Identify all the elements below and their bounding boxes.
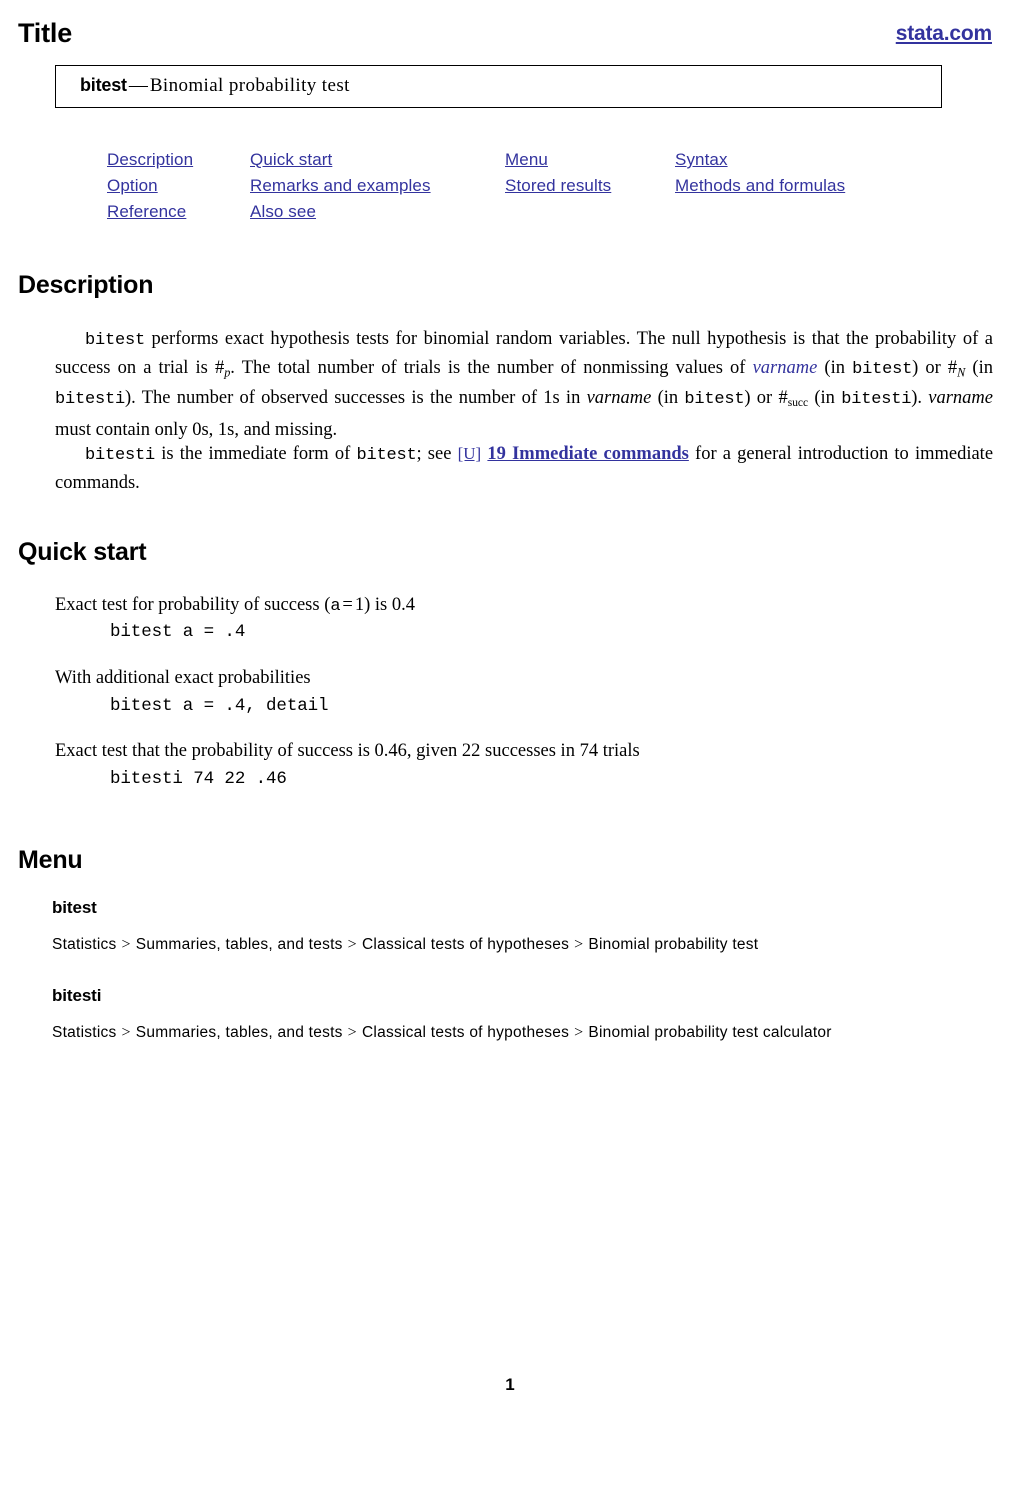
heading-quick-start: Quick start [18, 538, 147, 566]
inline-code-bitesti: bitesti [85, 446, 156, 465]
nav-link-remarks-and-examples[interactable]: Remarks and examples [250, 176, 431, 196]
paragraph-text: (in [651, 388, 685, 409]
varname-italic: varname [928, 388, 993, 409]
quick-start-text-2: With additional exact probabilities [55, 668, 311, 688]
paragraph-text: must contain only 0s, 1s, and missing. [55, 420, 338, 441]
breadcrumb-item[interactable]: Binomial probability test calculator [588, 1024, 831, 1041]
nav-row: Description Quick start Menu Syntax [107, 150, 937, 176]
breadcrumb-item[interactable]: Classical tests of hypotheses [362, 1024, 569, 1041]
page-number: 1 [505, 1375, 515, 1394]
breadcrumb-separator-icon: > [121, 936, 131, 953]
hash-succ-subscript: succ [787, 397, 809, 410]
nav-link-description[interactable]: Description [107, 150, 193, 170]
hash-succ-symbol: # [778, 388, 788, 409]
nav-link-stored-results[interactable]: Stored results [505, 176, 611, 196]
heading-menu: Menu [18, 846, 83, 874]
quick-start-code-1: bitest a = .4 [110, 622, 246, 642]
nav-link-syntax[interactable]: Syntax [675, 150, 728, 170]
menu-subheading-bitesti: bitesti [52, 986, 102, 1005]
quick-start-variable: a [330, 597, 341, 616]
varname-italic: varname [586, 388, 652, 409]
breadcrumb-item[interactable]: Statistics [52, 1024, 117, 1041]
nav-link-option[interactable]: Option [107, 176, 158, 196]
breadcrumb-separator-icon: > [574, 1024, 584, 1041]
command-title-box: bitest — Binomial probability test [55, 65, 942, 108]
heading-description: Description [18, 271, 154, 299]
breadcrumb-item[interactable]: Statistics [52, 936, 117, 953]
quick-start-code-3: bitesti 74 22 .46 [110, 769, 287, 789]
paragraph-text: ). The number of observed successes is t… [125, 388, 587, 409]
paragraph-text: (in [817, 357, 853, 378]
command-name: bitest [80, 75, 127, 95]
quick-start-text-1: Exact test for probability of success (a… [55, 592, 415, 620]
nav-link-menu[interactable]: Menu [505, 150, 548, 170]
paragraph-text: ) or [744, 388, 779, 409]
description-paragraph-2: bitesti is the immediate form of bitest;… [55, 441, 993, 496]
nav-link-reference[interactable]: Reference [107, 202, 186, 222]
nav-row: Reference Also see [107, 202, 937, 228]
page-title: Title [18, 18, 73, 48]
document-page: Title stata.com bitest — Binomial probabil… [0, 0, 1020, 1492]
page-header: Title stata.com [0, 18, 1020, 58]
inline-code-bitesti: bitesti [841, 390, 912, 410]
breadcrumb-item[interactable]: Classical tests of hypotheses [362, 936, 569, 953]
section-nav-links: Description Quick start Menu Syntax Opti… [107, 150, 937, 228]
quick-start-text: ) is 0.4 [364, 595, 415, 615]
inline-code-bitest: bitest [852, 359, 913, 379]
paragraph-text: (in [808, 388, 842, 409]
nav-link-also-see[interactable]: Also see [250, 202, 316, 222]
nav-link-quick-start[interactable]: Quick start [250, 150, 332, 170]
quick-start-value: 1 [354, 595, 365, 615]
quick-start-text-3: Exact test that the probability of succe… [55, 741, 640, 761]
quick-start-text: Exact test for probability of success ( [55, 595, 331, 615]
breadcrumb-item[interactable]: Summaries, tables, and tests [136, 1024, 343, 1041]
hash-p-symbol: # [214, 357, 225, 378]
menu-breadcrumb-bitesti: Statistics > Summaries, tables, and tests >… [52, 1024, 832, 1042]
inline-code-bitest: bitest [356, 446, 417, 465]
inline-code-bitest: bitest [684, 390, 745, 410]
breadcrumb-item[interactable]: Summaries, tables, and tests [136, 936, 343, 953]
command-title-text: bitest — Binomial probability test [80, 75, 350, 97]
paragraph-text: ) or [912, 357, 948, 378]
hash-n-symbol: # [947, 357, 958, 378]
menu-breadcrumb-bitest: Statistics > Summaries, tables, and tests >… [52, 936, 758, 954]
quick-start-code-2: bitest a = .4, detail [110, 696, 329, 716]
paragraph-text: is the immediate form of [155, 444, 357, 464]
breadcrumb-separator-icon: > [574, 936, 584, 953]
manual-reference-tag[interactable]: [U] [458, 444, 482, 463]
inline-code-bitesti: bitesti [55, 390, 126, 410]
breadcrumb-separator-icon: > [347, 1024, 357, 1041]
quick-start-equals: = [342, 595, 353, 615]
breadcrumb-separator-icon: > [121, 1024, 131, 1041]
inline-code-bitest: bitest [85, 331, 146, 350]
description-paragraph-1: bitest performs exact hypothesis tests f… [55, 326, 993, 444]
stata-com-link[interactable]: stata.com [896, 22, 992, 46]
paragraph-text: ; see [416, 444, 458, 464]
nav-link-methods-and-formulas[interactable]: Methods and formulas [675, 176, 845, 196]
title-dash: — [128, 75, 148, 96]
command-description: Binomial probability test [149, 75, 350, 96]
immediate-commands-link[interactable]: 19 Immediate commands [487, 444, 688, 464]
paragraph-text: ). [911, 388, 929, 409]
breadcrumb-item[interactable]: Binomial probability test [588, 936, 758, 953]
paragraph-text: . The total number of trials is the numb… [230, 357, 753, 378]
breadcrumb-separator-icon: > [347, 936, 357, 953]
paragraph-text: (in [965, 357, 993, 378]
menu-subheading-bitest: bitest [52, 898, 97, 917]
nav-row: Option Remarks and examples Stored resul… [107, 176, 937, 202]
varname-link[interactable]: varname [753, 358, 818, 378]
